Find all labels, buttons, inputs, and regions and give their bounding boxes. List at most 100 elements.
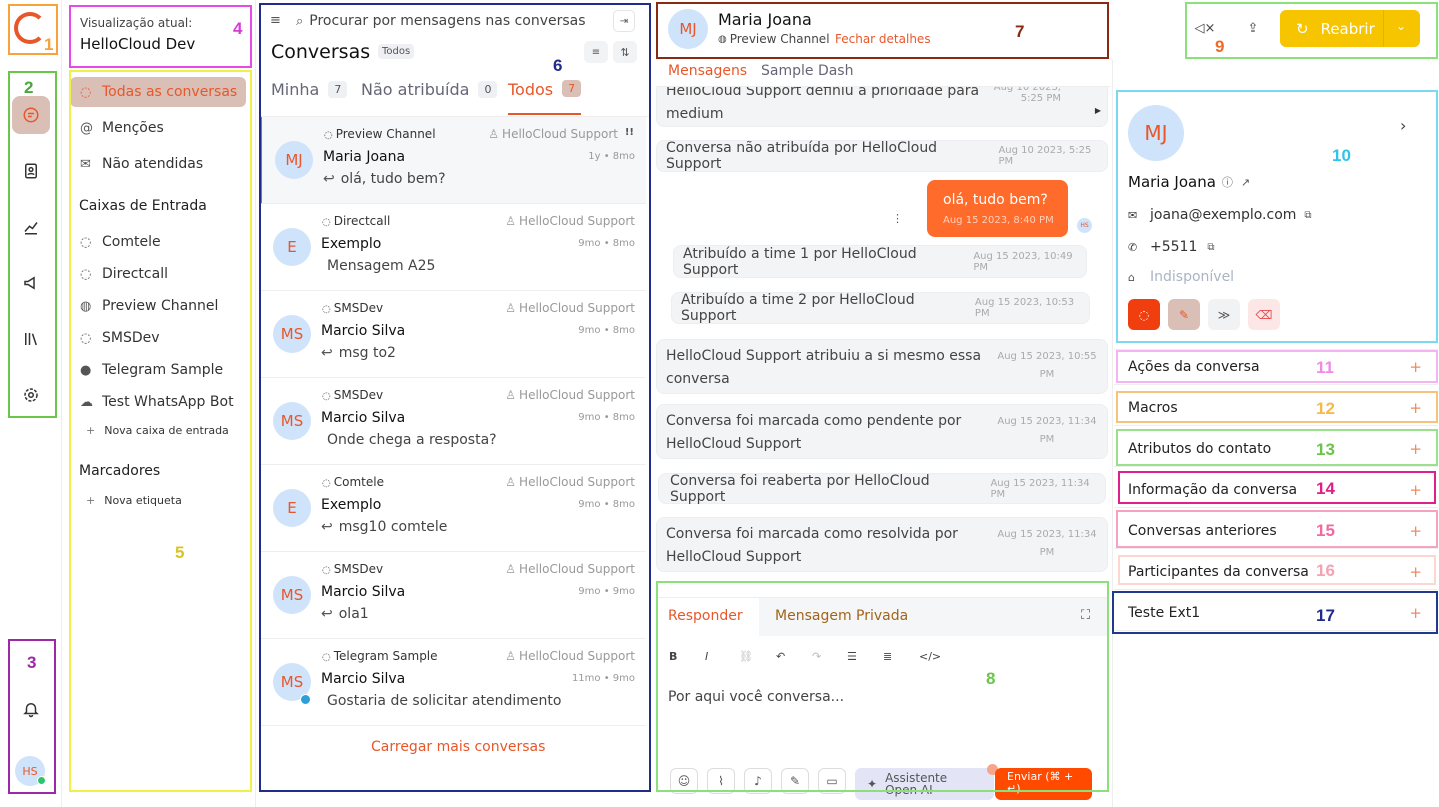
collapse-icon[interactable]: ⇥ [613,10,635,32]
sort-icon[interactable]: ⇅ [613,41,637,63]
notifications-bell-icon[interactable] [12,690,50,728]
attachment-button[interactable]: ⌇ [707,768,735,794]
chevron-right-icon[interactable]: › [1400,116,1406,135]
tab-all[interactable]: Todos 7 [508,80,582,115]
share-button[interactable]: ⇪ [1240,14,1266,42]
phone-text[interactable]: +5511 [1150,239,1197,255]
conversation-item[interactable]: MS ◌ SMSDev ♙ HelloCloud Support Marcio Silva… [260,291,646,378]
outgoing-message[interactable]: olá, tudo bem? Aug 15 2023, 8:40 PM [927,180,1068,237]
bold-button[interactable]: B [669,650,677,663]
chevron-down-icon[interactable]: ⌄ [1396,19,1406,33]
expand-icon[interactable]: ▶ [1095,106,1101,115]
message-menu-icon[interactable]: ⋮ [892,212,903,225]
conversation-item[interactable]: MS ◌ SMSDev ♙ HelloCloud Support Marcio Silva… [260,378,646,465]
new-inbox-button[interactable]: + Nova caixa de entrada [86,424,229,437]
undo-icon[interactable]: ↶ [776,650,785,663]
campaigns-nav-icon[interactable] [12,264,50,302]
merge-contact-button[interactable]: ≫ [1208,299,1240,330]
unattended-icon: ✉ [80,156,91,172]
accordion-conversation-actions[interactable]: Ações da conversa + [1114,349,1438,385]
contact-panel-avatar[interactable]: MJ [1128,105,1184,161]
channel-name: SMSDev [333,388,384,402]
info-icon[interactable]: ⓘ [1222,174,1233,190]
load-more-button[interactable]: Carregar mais conversas [371,739,545,755]
copy-icon[interactable]: ⧉ [1304,210,1311,221]
conversation-item[interactable]: MS ◌ SMSDev ♙ HelloCloud Support Marcio Silva… [260,552,646,639]
accordion-previous-conversations[interactable]: Conversas anteriores + [1114,513,1438,549]
status-filter-badge[interactable]: Todos [378,44,415,59]
sidebar-inbox-telegram[interactable]: ● Telegram Sample [70,355,246,385]
filter-icon[interactable]: ≡ [584,41,608,63]
app-logo[interactable] [14,12,46,44]
close-details-link[interactable]: Fechar detalhes [835,32,931,46]
sidebar-item-mentions[interactable]: @ Menções [70,113,246,143]
edit-contact-button[interactable]: ✎ [1168,299,1200,330]
accordion-conversation-info[interactable]: Informação da conversa + [1114,472,1438,508]
tab-label: Não atribuída [361,80,470,99]
message-input[interactable]: Por aqui você conversa... [668,689,844,705]
contact-name[interactable]: Maria Joana [718,10,812,29]
conversation-channel: ◌ SMSDev [322,388,383,402]
expand-composer-icon[interactable]: ⛶ [1081,608,1090,623]
tab-sample-dash[interactable]: Sample Dash [761,63,853,79]
search-bar[interactable]: ⌕ Procurar por mensagens nas conversas [296,10,606,32]
conversation-item[interactable]: MS ◌ Telegram Sample ♙ HelloCloud Support Mar… [260,639,646,726]
code-icon[interactable]: </> [919,650,941,663]
conversation-contact-name: Exemplo [321,236,382,252]
tab-reply[interactable]: Responder [668,608,743,624]
italic-button[interactable]: I [705,650,708,663]
sidebar-inbox-smsdev[interactable]: ◌ SMSDev [70,323,246,353]
video-button[interactable]: ▭ [818,768,846,794]
sidebar-item-all-conversations[interactable]: ◌ Todas as conversas [70,77,246,107]
conversation-item[interactable]: MJ ◌ Preview Channel ♙ HelloCloud Support Mar… [260,117,646,204]
link-icon[interactable]: ⛓ [739,650,753,663]
annotation-number-3: 3 [27,653,37,672]
ordered-list-icon[interactable]: ≣ [883,650,892,663]
external-link-icon[interactable]: ↗ [1241,176,1250,189]
contact-avatar[interactable]: MJ [668,9,708,49]
conversations-nav-icon[interactable] [12,96,50,134]
channel-name: SMSDev [333,562,384,576]
ai-assistant-button[interactable]: ✦ Assistente Open AI [855,768,994,800]
library-nav-icon[interactable] [12,320,50,358]
sidebar-item-unattended[interactable]: ✉ Não atendidas [70,149,246,179]
send-button[interactable]: Enviar (⌘ + ↵) [995,768,1092,800]
delete-contact-button[interactable]: ⌫ [1248,299,1280,330]
annotation-number-13: 13 [1316,440,1335,459]
sidebar-inbox-whatsapp[interactable]: ☁ Test WhatsApp Bot [70,387,246,417]
new-message-button[interactable]: ◌ [1128,299,1160,330]
redo-icon[interactable]: ↷ [812,650,821,663]
accordion-test-ext1[interactable]: Teste Ext1 + [1114,595,1438,631]
settings-nav-icon[interactable] [12,376,50,414]
bullet-list-icon[interactable]: ☰ [847,650,857,663]
view-label: Visualização atual: [80,16,193,30]
avatar-initials: MS [280,325,304,343]
sidebar-inbox-directcall[interactable]: ◌ Directcall [70,259,246,289]
copy-icon[interactable]: ⧉ [1207,242,1214,253]
accordion-contact-attributes[interactable]: Atributos do contato + [1114,431,1438,467]
tab-mine[interactable]: Minha 7 [271,80,348,99]
new-label-button[interactable]: + Nova etiqueta [86,494,182,507]
sidebar-inbox-comtele[interactable]: ◌ Comtele [70,227,246,257]
accordion-macros[interactable]: Macros + [1114,390,1438,426]
activity-text: HelloCloud Support definiu a prioridade … [666,87,980,122]
signature-button[interactable]: ✎ [781,768,809,794]
conversation-item[interactable]: E ◌ Comtele ♙ HelloCloud Support Exemplo 9mo •… [260,465,646,552]
reply-icon: ↩ [321,606,333,622]
emoji-button[interactable]: ☺ [670,768,698,794]
contacts-nav-icon[interactable] [12,152,50,190]
tab-messages[interactable]: Mensagens [668,63,747,79]
reports-nav-icon[interactable] [12,208,50,246]
email-text[interactable]: joana@exemplo.com [1150,207,1296,223]
sidebar-toggle-icon[interactable]: ≡ [270,13,281,28]
search-input[interactable]: Procurar por mensagens nas conversas [309,13,585,29]
tab-private-note[interactable]: Mensagem Privada [775,608,908,624]
reopen-button[interactable]: ↻ Reabrir ⌄ [1280,10,1420,47]
microphone-button[interactable]: ♪ [744,768,772,794]
conversation-item[interactable]: E ◌ Directcall ♙ HelloCloud Support Exemplo 9m… [260,204,646,291]
accordion-participants[interactable]: Participantes da conversa + [1114,554,1438,590]
sidebar-inbox-preview-channel[interactable]: ◍ Preview Channel [70,291,246,321]
tab-unassigned[interactable]: Não atribuída 0 [361,80,498,99]
agent-name: HelloCloud Support [519,301,635,315]
user-avatar[interactable]: HS [15,756,46,786]
